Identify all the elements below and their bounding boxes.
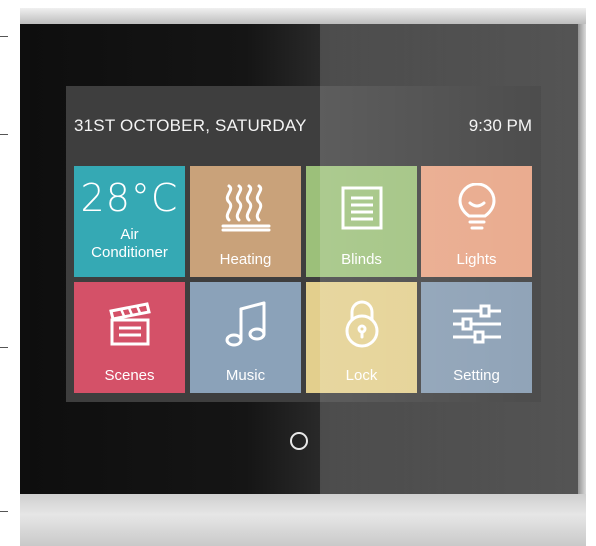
music-note-icon (190, 294, 301, 354)
tile-heating[interactable]: Heating (190, 166, 301, 277)
padlock-icon (306, 294, 417, 354)
heating-icon (190, 178, 301, 238)
light-bulb-icon (421, 178, 532, 238)
tile-label: Music (225, 367, 266, 384)
edge-tick (0, 347, 8, 348)
tile-lock[interactable]: Lock (306, 282, 417, 393)
home-button[interactable] (290, 432, 308, 450)
tile-label-line1: Air (120, 226, 139, 243)
date-display: 31ST OCTOBER, SATURDAY (74, 116, 307, 135)
tile-music[interactable]: Music (190, 282, 301, 393)
tile-label: Lights (456, 251, 497, 268)
device-side-edge (578, 24, 586, 494)
device-top-edge (20, 8, 586, 24)
tile-label: Blinds (341, 251, 382, 268)
tile-label: Setting (453, 367, 500, 384)
tile-blinds[interactable]: Blinds (306, 166, 417, 277)
tile-lights[interactable]: Lights (421, 166, 532, 277)
tile-label: Heating (219, 251, 272, 268)
time-display: 9:30 PM (468, 116, 532, 135)
tile-air-conditioner[interactable]: 28°C Air Conditioner (74, 166, 185, 277)
edge-tick (0, 134, 8, 135)
device-bottom-bezel (20, 494, 586, 546)
temperature-readout: 28°C (80, 176, 179, 220)
edge-tick (0, 511, 8, 512)
tile-label: Air Conditioner (74, 226, 185, 262)
edge-tick (0, 36, 8, 37)
tile-setting[interactable]: Setting (421, 282, 532, 393)
clapperboard-icon (74, 294, 185, 354)
tile-scenes[interactable]: Scenes (74, 282, 185, 393)
tile-label-line2: Conditioner (91, 244, 168, 261)
sliders-icon (421, 294, 532, 354)
tile-label: Scenes (104, 367, 155, 384)
tile-label: Lock (345, 367, 378, 384)
blinds-icon (306, 178, 417, 238)
